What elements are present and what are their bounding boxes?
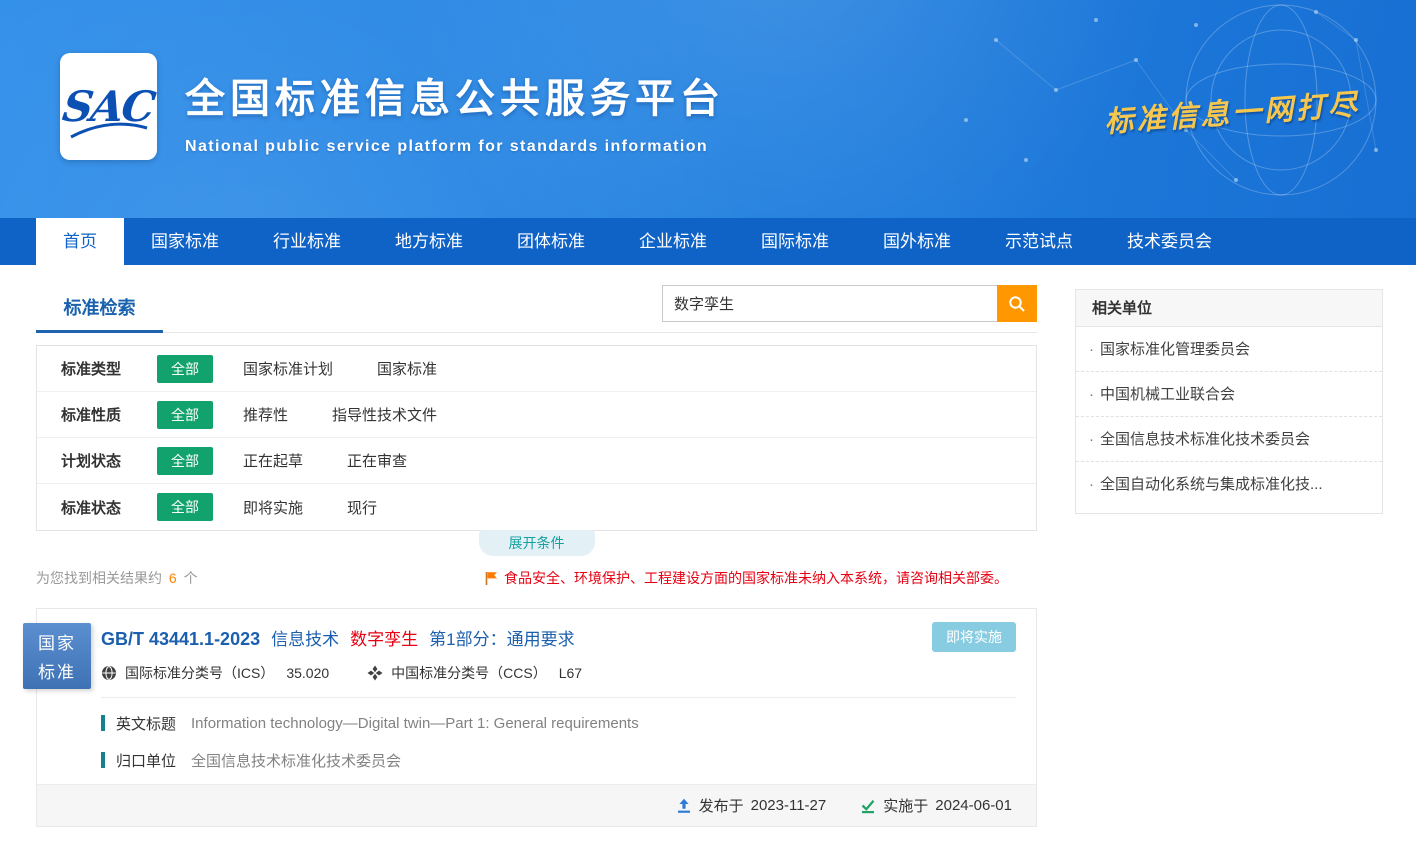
site-title-block: 全国标准信息公共服务平台 National public service pla… [185, 66, 725, 156]
filter-row-standard-nature: 标准性质 全部 推荐性 指导性技术文件 [37, 392, 1036, 438]
english-title-row: 英文标题 Information technology—Digital twin… [101, 711, 1016, 735]
search-box [662, 285, 1037, 322]
teal-bar-icon [101, 715, 105, 731]
sidebar-item-it-standardization-committee[interactable]: 全国信息技术标准化技术委员会 [1076, 417, 1382, 462]
search-icon [1008, 295, 1026, 313]
filter-row-standard-type: 标准类型 全部 国家标准计划 国家标准 [37, 346, 1036, 392]
ccs-icon [367, 665, 383, 681]
related-units-title: 相关单位 [1076, 290, 1382, 327]
page-title: 全国标准信息公共服务平台 [185, 66, 725, 124]
nav-item-technical-committees[interactable]: 技术委员会 [1100, 218, 1239, 265]
responsible-unit-label: 归口单位 [116, 750, 176, 771]
sidebar-item-sac[interactable]: 国家标准化管理委员会 [1076, 327, 1382, 372]
expand-conditions-button[interactable]: 展开条件 [479, 530, 595, 556]
nav-item-local-standards[interactable]: 地方标准 [368, 218, 490, 265]
results-summary-prefix: 为您找到相关结果约 [36, 570, 162, 586]
filter-option[interactable]: 现行 [347, 497, 377, 518]
standard-title-part1: 信息技术 [271, 625, 339, 650]
responsible-unit-value: 全国信息技术标准化技术委员会 [191, 750, 401, 771]
filter-row-plan-status: 计划状态 全部 正在起草 正在审查 [37, 438, 1036, 484]
header-banner: SAC 全国标准信息公共服务平台 National public service… [0, 0, 1416, 218]
page-subtitle: National public service platform for sta… [185, 138, 725, 156]
nav-item-industry-standards[interactable]: 行业标准 [246, 218, 368, 265]
results-notice-text: 食品安全、环境保护、工程建设方面的国家标准未纳入本系统，请咨询相关部委。 [504, 568, 1008, 588]
main-nav: 首页 国家标准 行业标准 地方标准 团体标准 企业标准 国际标准 国外标准 示范… [0, 218, 1416, 265]
filter-option[interactable]: 即将实施 [243, 497, 303, 518]
filter-label: 标准状态 [61, 497, 157, 518]
results-summary: 为您找到相关结果约 6 个 [36, 570, 198, 586]
results-bar: 为您找到相关结果约 6 个 食品安全、环境保护、工程建设方面的国家标准未纳入本系… [36, 568, 1037, 588]
filter-option[interactable]: 国家标准 [377, 358, 437, 379]
standard-type-badge: 国家 标准 [23, 623, 91, 689]
standard-code: GB/T 43441.1-2023 [101, 629, 260, 650]
filter-option[interactable]: 推荐性 [243, 404, 288, 425]
implement-date-item: 实施于 2024-06-01 [860, 795, 1012, 816]
filter-label: 计划状态 [61, 450, 157, 471]
implement-date: 2024-06-01 [935, 797, 1012, 814]
results-notice: 食品安全、环境保护、工程建设方面的国家标准未纳入本系统，请咨询相关部委。 [485, 568, 1008, 588]
filter-option[interactable]: 指导性技术文件 [332, 404, 437, 425]
check-icon [860, 798, 876, 814]
nav-item-pilot-programs[interactable]: 示范试点 [978, 218, 1100, 265]
nav-item-national-standards[interactable]: 国家标准 [124, 218, 246, 265]
nav-item-foreign-standards[interactable]: 国外标准 [856, 218, 978, 265]
status-badge: 即将实施 [932, 622, 1016, 652]
filter-all-button[interactable]: 全部 [157, 355, 213, 383]
related-units-panel: 相关单位 国家标准化管理委员会 中国机械工业联合会 全国信息技术标准化技术委员会… [1075, 289, 1383, 514]
sidebar-item-machinery-federation[interactable]: 中国机械工业联合会 [1076, 372, 1382, 417]
flag-icon [485, 571, 498, 586]
nav-item-international-standards[interactable]: 国际标准 [734, 218, 856, 265]
result-card: 国家 标准 即将实施 GB/T 43441.1-2023 信息技术 数字孪生 第… [36, 608, 1037, 827]
card-footer: 发布于 2023-11-27 实施于 2024-06-01 [37, 784, 1036, 826]
filter-label: 标准类型 [61, 358, 157, 379]
english-title-label: 英文标题 [116, 713, 176, 734]
highlighted-keyword: 数字孪生 [350, 625, 418, 650]
sidebar-item-automation-committee[interactable]: 全国自动化系统与集成标准化技... [1076, 462, 1382, 507]
search-input[interactable] [662, 285, 997, 322]
responsible-unit-row: 归口单位 全国信息技术标准化技术委员会 [101, 748, 1016, 772]
publish-date-item: 发布于 2023-11-27 [676, 795, 827, 816]
results-summary-suffix: 个 [184, 570, 198, 586]
nav-item-home[interactable]: 首页 [36, 218, 124, 265]
filter-panel: 标准类型 全部 国家标准计划 国家标准 标准性质 全部 推荐性 指导性技术文件 … [36, 345, 1037, 531]
standard-title-link[interactable]: GB/T 43441.1-2023 信息技术 数字孪生 第1部分：通用要求 [101, 609, 1016, 650]
filter-label: 标准性质 [61, 404, 157, 425]
filter-row-standard-status: 标准状态 全部 即将实施 现行 [37, 484, 1036, 530]
globe-icon [101, 665, 117, 681]
section-header: 标准检索 [36, 283, 1037, 333]
nav-item-enterprise-standards[interactable]: 企业标准 [612, 218, 734, 265]
search-button[interactable] [997, 285, 1037, 322]
main-content: 标准检索 标准类型 全部 国家标准计划 国家标准 标准性质 全部 推荐性 指导性… [36, 283, 1037, 827]
ccs-label: 中国标准分类号（CCS） [391, 663, 547, 683]
badge-line-1: 国家 [38, 629, 76, 654]
sac-logo: SAC [60, 53, 157, 160]
ccs-value: L67 [559, 665, 582, 681]
ics-value: 35.020 [286, 665, 329, 681]
implement-label: 实施于 [883, 795, 928, 816]
teal-bar-icon [101, 752, 105, 768]
classification-row: 国际标准分类号（ICS） 35.020 中国标准分类号（CCS） L67 [101, 663, 1016, 698]
filter-option[interactable]: 国家标准计划 [243, 358, 333, 379]
filter-all-button[interactable]: 全部 [157, 447, 213, 475]
badge-line-2: 标准 [38, 658, 76, 683]
card-body: GB/T 43441.1-2023 信息技术 数字孪生 第1部分：通用要求 国际… [37, 609, 1036, 772]
ics-label: 国际标准分类号（ICS） [125, 663, 274, 683]
publish-label: 发布于 [699, 795, 744, 816]
filter-option[interactable]: 正在审查 [347, 450, 407, 471]
tab-standard-search[interactable]: 标准检索 [36, 283, 163, 333]
filter-all-button[interactable]: 全部 [157, 401, 213, 429]
english-title-value: Information technology—Digital twin—Part… [191, 715, 639, 732]
upload-icon [676, 798, 692, 814]
publish-date: 2023-11-27 [751, 797, 827, 814]
filter-all-button[interactable]: 全部 [157, 493, 213, 521]
filter-option[interactable]: 正在起草 [243, 450, 303, 471]
standard-title-part2: 第1部分：通用要求 [429, 625, 574, 650]
sac-logo-text: SAC [60, 82, 157, 131]
nav-item-group-standards[interactable]: 团体标准 [490, 218, 612, 265]
results-count: 6 [169, 570, 177, 586]
